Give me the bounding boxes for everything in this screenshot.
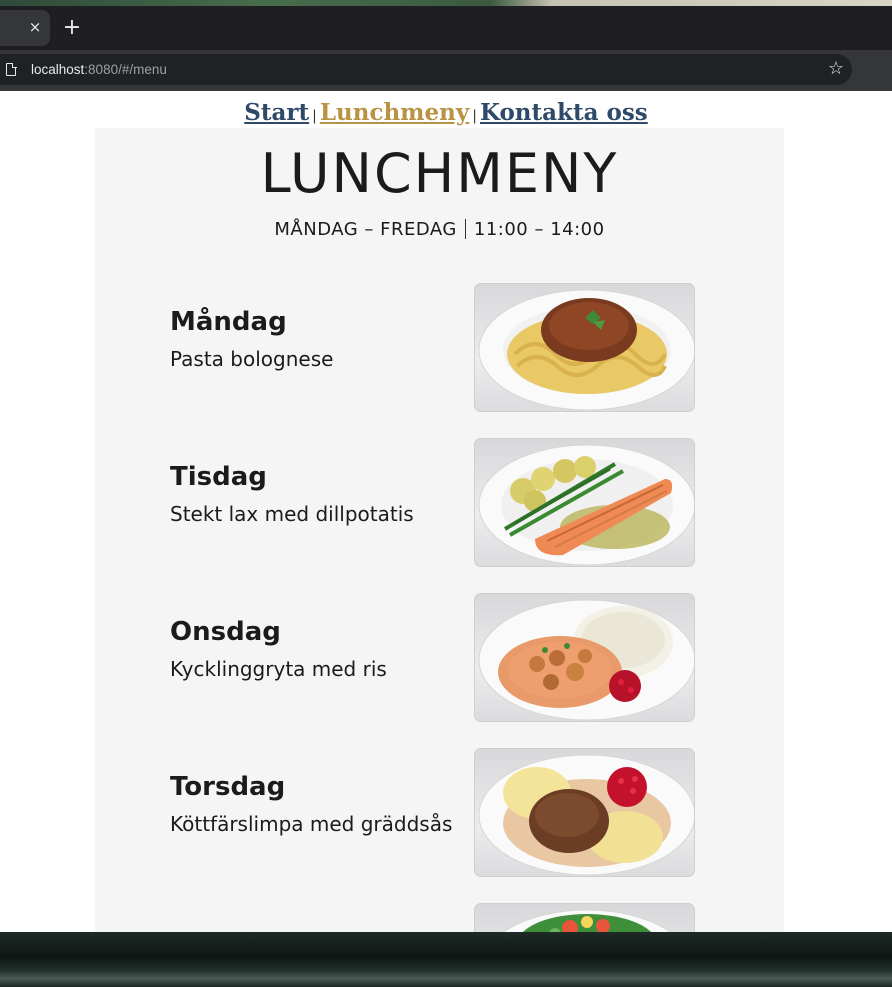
menu-item: Onsdag Kycklinggryta med ris <box>95 593 784 723</box>
meatloaf-photo <box>474 748 695 877</box>
day-name: Torsdag <box>170 772 286 802</box>
nav-separator: | <box>312 108 317 124</box>
close-icon[interactable]: × <box>26 18 44 36</box>
site-nav: Start | Lunchmeny | Kontakta oss <box>0 97 892 132</box>
browser-tabbar: × + <box>0 6 892 50</box>
dish-name: Köttfärslimpa med gräddsås <box>170 812 453 836</box>
nav-link-start[interactable]: Start <box>244 99 309 126</box>
nav-link-lunchmeny[interactable]: Lunchmeny <box>320 99 469 126</box>
dish-name: Pasta bolognese <box>170 347 334 371</box>
menu-item: Torsdag Köttfärslimpa med gräddsås <box>95 748 784 878</box>
chicken-stew-photo <box>474 593 695 722</box>
menu-item: Tisdag Stekt lax med dillpotatis <box>95 438 784 568</box>
nav-link-kontakta-oss[interactable]: Kontakta oss <box>480 99 648 126</box>
browser-tab[interactable]: × <box>0 10 50 46</box>
bookmark-star-icon[interactable]: ☆ <box>826 59 846 79</box>
browser-toolbar: localhost:8080/#/menu ☆ <box>0 50 892 91</box>
new-tab-icon[interactable]: + <box>60 16 84 40</box>
salad-photo <box>474 903 695 932</box>
menu-item <box>95 903 784 932</box>
address-bar[interactable]: localhost:8080/#/menu ☆ <box>0 54 852 85</box>
dish-name: Stekt lax med dillpotatis <box>170 502 414 526</box>
dish-name: Kycklinggryta med ris <box>170 657 387 681</box>
nav-separator: | <box>472 108 477 124</box>
day-name: Måndag <box>170 307 287 337</box>
url-text[interactable]: localhost:8080/#/menu <box>31 61 167 78</box>
salmon-photo <box>474 438 695 567</box>
pasta-bolognese-photo <box>474 283 695 412</box>
opening-hours: MÅNDAG – FREDAG 11:00 – 14:00 <box>95 217 784 243</box>
menu-item: Måndag Pasta bolognese <box>95 283 784 413</box>
day-name: Tisdag <box>170 462 267 492</box>
hours-divider <box>464 219 466 239</box>
menu-panel: LUNCHMENY MÅNDAG – FREDAG 11:00 – 14:00 M… <box>95 128 784 932</box>
page-title: LUNCHMENY <box>260 142 619 205</box>
desktop-wallpaper-bottom <box>0 932 892 987</box>
page-viewport: Start | Lunchmeny | Kontakta oss LUNCHMENY M… <box>0 91 892 932</box>
days-label: MÅNDAG – FREDAG <box>274 219 457 240</box>
day-name: Onsdag <box>170 617 281 647</box>
hours-label: 11:00 – 14:00 <box>473 219 605 240</box>
page-icon <box>6 62 17 76</box>
